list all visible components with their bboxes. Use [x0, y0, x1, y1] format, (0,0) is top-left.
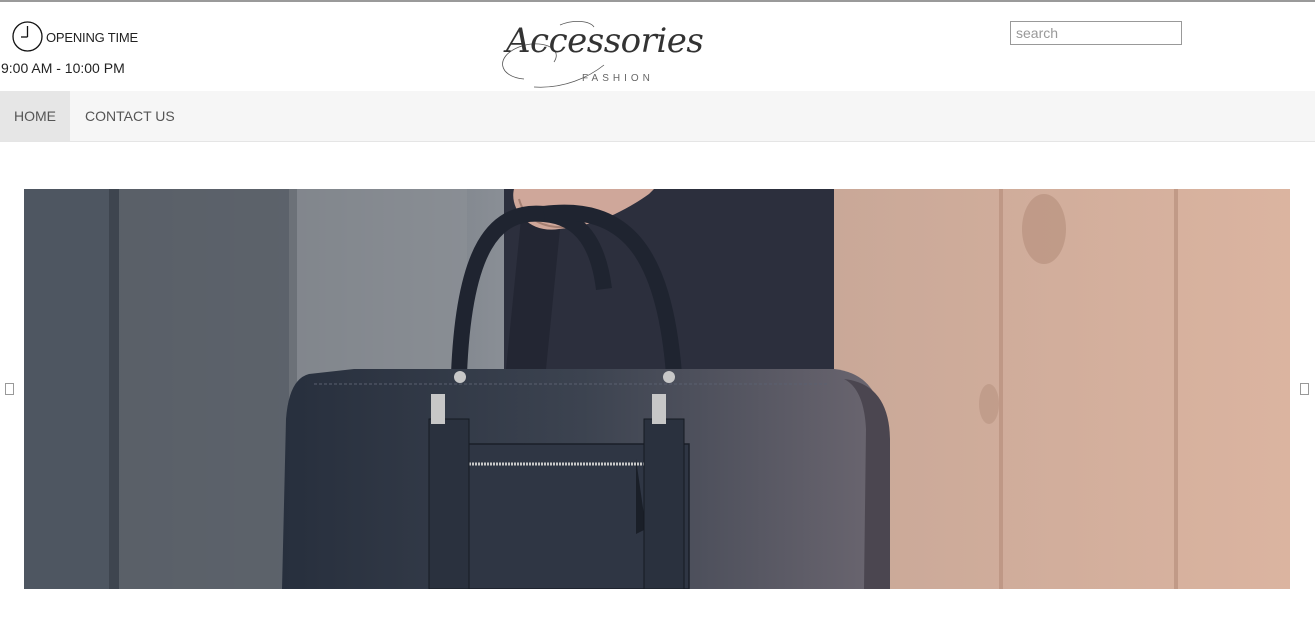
opening-hours: 9:00 AM - 10:00 PM: [1, 60, 125, 76]
nav-item-contact-us[interactable]: CONTACT US: [71, 91, 189, 141]
site-header: OPENING TIME 9:00 AM - 10:00 PM Accessor…: [0, 2, 1315, 91]
main-nav: HOME CONTACT US: [0, 91, 1315, 142]
logo-subtitle: FASHION: [582, 73, 654, 84]
clock-icon: [12, 21, 43, 52]
hero-slider: [24, 189, 1290, 589]
chevron-left-icon[interactable]: [5, 383, 14, 395]
hero-image: [24, 189, 1290, 589]
nav-item-home[interactable]: HOME: [0, 91, 70, 141]
chevron-right-icon[interactable]: [1300, 383, 1309, 395]
opening-time-label: OPENING TIME: [46, 30, 138, 45]
site-logo[interactable]: Accessories FASHION: [494, 17, 714, 92]
logo-script-text: Accessories: [506, 21, 704, 61]
search-input[interactable]: [1010, 21, 1182, 45]
